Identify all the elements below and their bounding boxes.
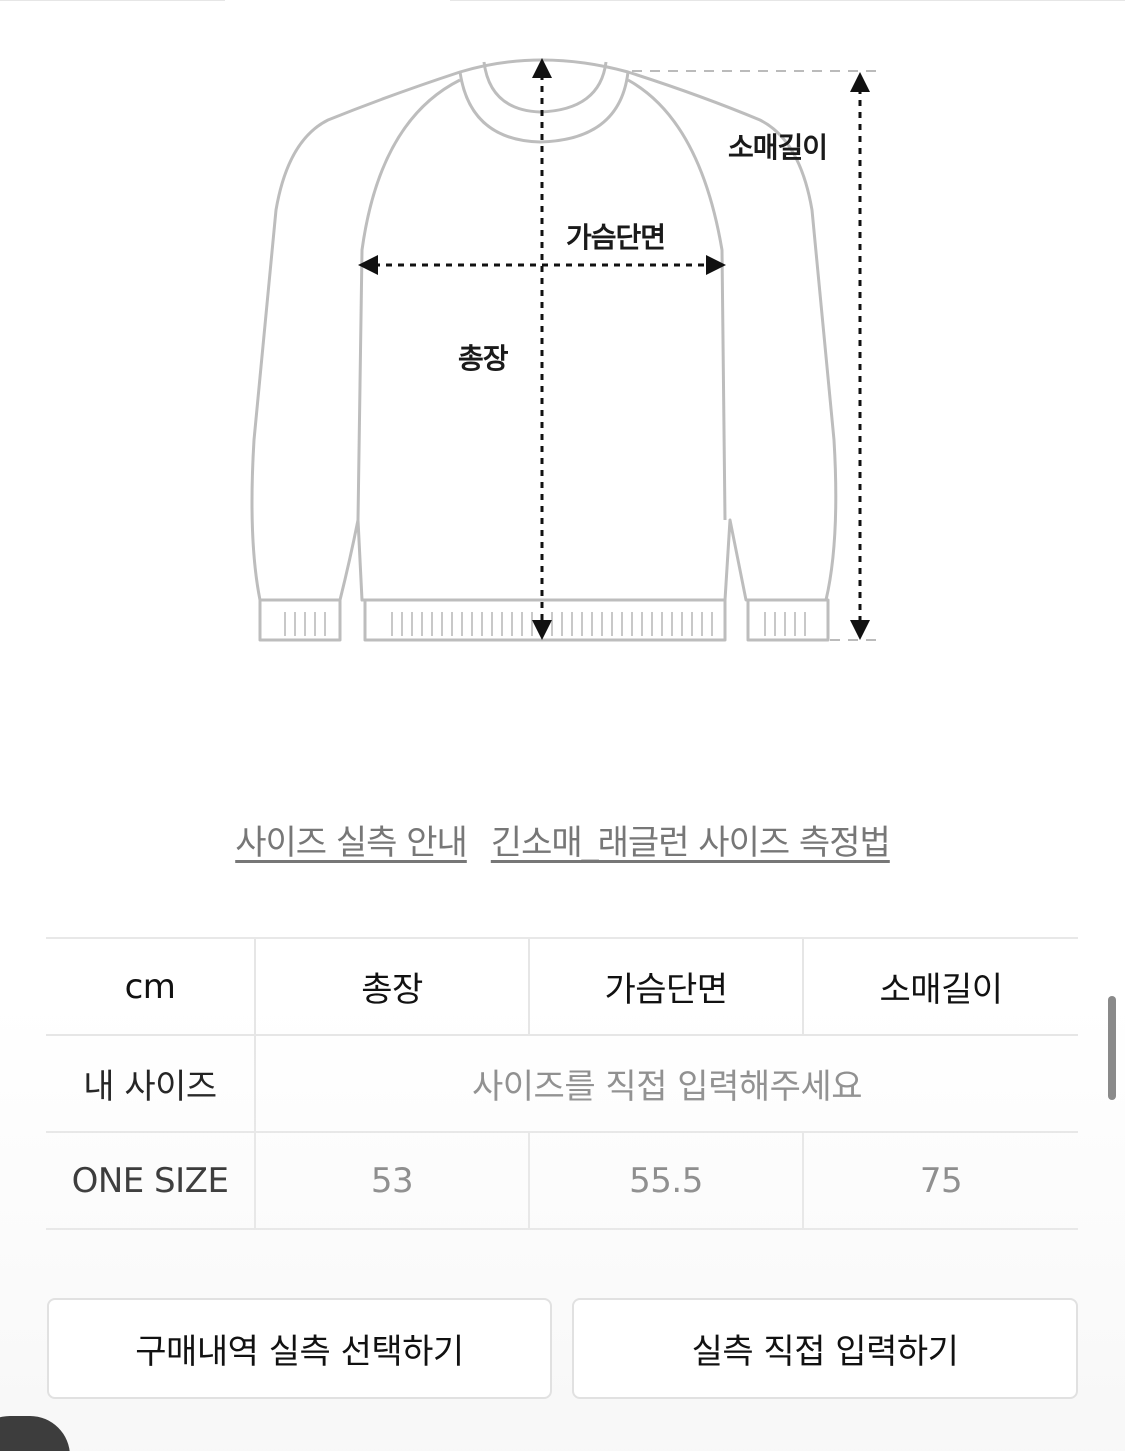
value-total-length: 53: [256, 1133, 530, 1228]
scrollbar-thumb[interactable]: [1108, 996, 1116, 1100]
diagram-label-chest-width: 가슴단면: [566, 221, 666, 254]
diagram-label-total-length: 총장: [458, 342, 509, 375]
size-table: cm 총장 가슴단면 소매길이 내 사이즈 사이즈를 직접 입력해주세요 ONE…: [46, 937, 1078, 1230]
header-chest-width: 가슴단면: [530, 939, 804, 1034]
my-size-row[interactable]: 내 사이즈 사이즈를 직접 입력해주세요: [46, 1036, 1078, 1133]
size-name: ONE SIZE: [46, 1133, 256, 1228]
table-row: ONE SIZE 53 55.5 75: [46, 1133, 1078, 1230]
arrow-down-icon: [532, 620, 552, 640]
size-guide-links: 사이즈 실측 안내 긴소매_래글런 사이즈 측정법: [0, 815, 1125, 864]
arrow-down-icon: [850, 620, 870, 640]
diagram-label-sleeve-length: 소매길이: [728, 131, 828, 164]
measure-method-link[interactable]: 긴소매_래글런 사이즈 측정법: [491, 815, 891, 864]
raglan-sweater-illustration: [250, 58, 876, 642]
size-measurement-diagram: 소매길이 가슴단면 총장: [0, 0, 1125, 700]
enter-measurement-button[interactable]: 실측 직접 입력하기: [572, 1298, 1078, 1399]
my-size-input-prompt[interactable]: 사이즈를 직접 입력해주세요: [256, 1036, 1078, 1131]
header-sleeve-length: 소매길이: [879, 970, 1003, 1010]
arrow-up-icon: [850, 72, 870, 92]
my-size-label: 내 사이즈: [46, 1036, 256, 1131]
size-guide-link[interactable]: 사이즈 실측 안내: [235, 815, 468, 864]
table-header-row: cm 총장 가슴단면 소매길이: [46, 939, 1078, 1036]
value-chest-width: 55.5: [530, 1133, 804, 1228]
select-from-orders-button[interactable]: 구매내역 실측 선택하기: [47, 1298, 552, 1399]
floating-button-edge[interactable]: [0, 1416, 70, 1451]
header-total-length: 총장: [256, 939, 530, 1034]
header-unit: cm: [46, 939, 256, 1034]
value-sleeve-length: 75: [919, 1160, 963, 1201]
